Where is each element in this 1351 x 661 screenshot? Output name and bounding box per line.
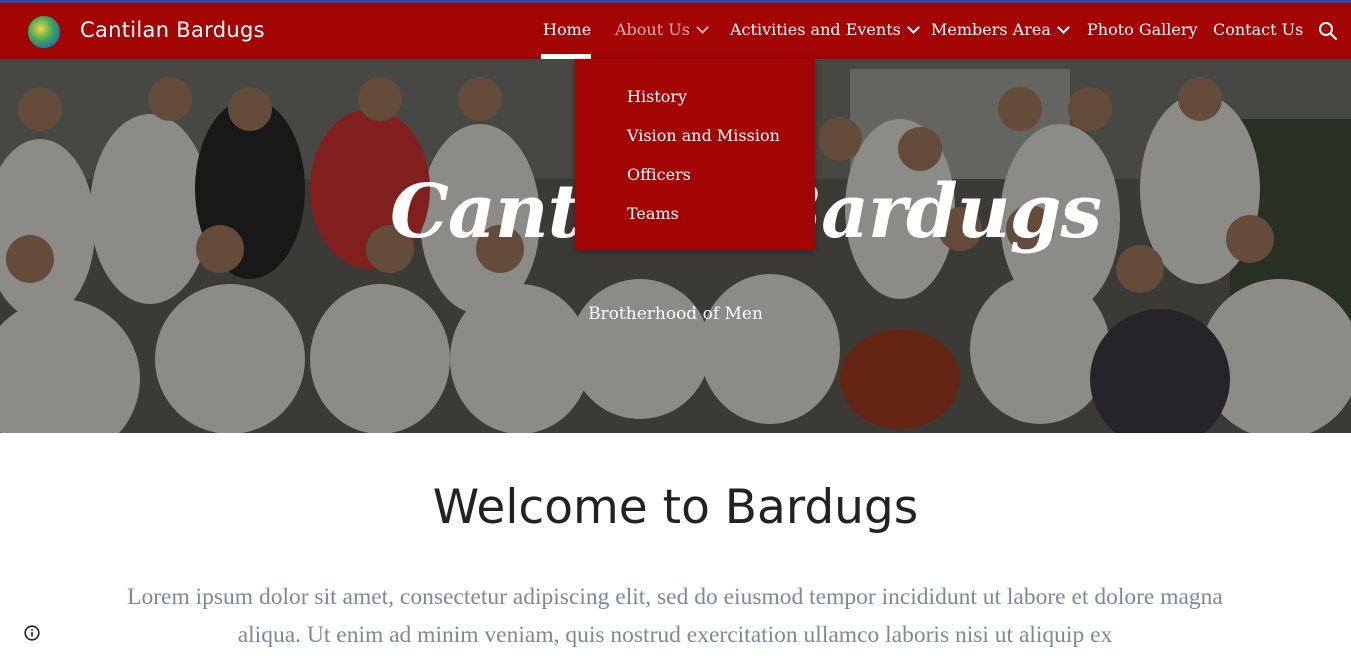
intro-paragraph: Lorem ipsum dolor sit amet, consectetur … (127, 584, 1223, 648)
navbar: Cantilan Bardugs Home About Us Activitie… (0, 3, 1351, 59)
nav-photo-gallery[interactable]: Photo Gallery (1087, 20, 1198, 39)
nav-contact-us[interactable]: Contact Us (1213, 20, 1303, 39)
chevron-down-icon (906, 21, 920, 34)
nav-about-us[interactable]: About Us (615, 20, 709, 39)
hero-subtitle: Brotherhood of Men (588, 304, 763, 324)
info-icon[interactable] (24, 625, 40, 641)
site-logo-icon[interactable] (27, 15, 61, 49)
welcome-heading: Welcome to Bardugs (432, 480, 919, 535)
site-title[interactable]: Cantilan Bardugs (80, 18, 265, 42)
chevron-down-icon (696, 21, 709, 34)
dropdown-item-teams[interactable]: Teams (627, 204, 679, 223)
nav-activities-label: Activities and Events (730, 20, 901, 39)
nav-activities-events[interactable]: Activities and Events (730, 20, 920, 39)
about-us-dropdown-menu: History Vision and Mission Officers Team… (575, 59, 815, 250)
nav-members-label: Members Area (931, 20, 1051, 39)
search-icon[interactable] (1318, 21, 1338, 41)
dropdown-item-vision-mission[interactable]: Vision and Mission (627, 126, 780, 145)
dropdown-item-history[interactable]: History (627, 87, 687, 106)
chevron-down-icon (1057, 21, 1070, 34)
nav-home[interactable]: Home (543, 20, 591, 39)
nav-about-us-label: About Us (615, 20, 690, 39)
nav-members-area[interactable]: Members Area (931, 20, 1070, 39)
dropdown-item-officers[interactable]: Officers (627, 165, 691, 184)
